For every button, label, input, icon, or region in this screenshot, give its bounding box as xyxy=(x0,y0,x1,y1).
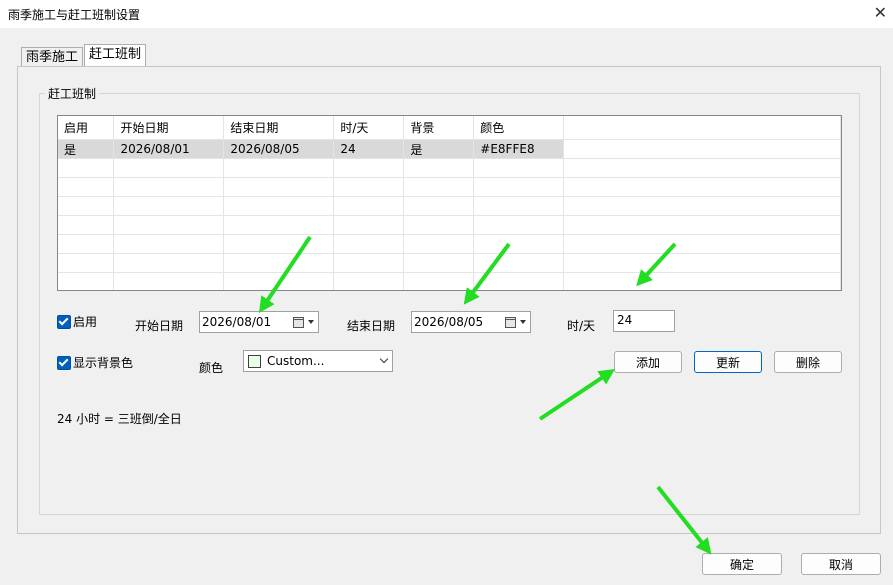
table-row-empty xyxy=(58,272,841,290)
show-background-checkbox[interactable] xyxy=(57,356,71,370)
table-row-empty xyxy=(58,234,841,254)
table-cell[interactable]: 是 xyxy=(403,139,475,159)
show-background-label: 显示背景色 xyxy=(73,356,134,370)
column-header[interactable]: 背景 xyxy=(403,116,475,140)
table-cell[interactable]: 24 xyxy=(333,139,405,159)
table-cell-empty xyxy=(563,139,841,159)
column-header[interactable]: 开始日期 xyxy=(113,116,225,140)
table-row-empty xyxy=(58,253,841,273)
start-date-picker[interactable]: 2026/08/01 xyxy=(199,311,319,333)
column-header[interactable]: 颜色 xyxy=(473,116,565,140)
enable-checkbox[interactable] xyxy=(57,315,71,329)
title-bar: 雨季施工与赶工班制设置 ✕ xyxy=(0,0,893,28)
group-legend: 赶工班制 xyxy=(45,85,100,102)
column-header[interactable]: 结束日期 xyxy=(223,116,335,140)
start-date-value: 2026/08/01 xyxy=(202,315,272,329)
calendar-icon[interactable] xyxy=(293,317,304,328)
chevron-down-icon[interactable] xyxy=(379,354,389,364)
delete-button[interactable]: 删除 xyxy=(774,351,842,373)
end-date-picker[interactable]: 2026/08/05 xyxy=(411,311,531,333)
calendar-icon[interactable] xyxy=(505,317,516,328)
cancel-button[interactable]: 取消 xyxy=(801,553,881,575)
table-row-empty xyxy=(58,215,841,235)
table-header: 启用 开始日期 结束日期 时/天 背景 颜色 xyxy=(58,116,841,140)
table-cell[interactable]: 2026/08/01 xyxy=(113,139,225,159)
color-label: 颜色 xyxy=(199,361,224,375)
hours-input[interactable]: 24 xyxy=(613,310,675,332)
start-date-label: 开始日期 xyxy=(135,319,184,333)
hours-label: 时/天 xyxy=(567,319,596,333)
color-value: Custom... xyxy=(267,354,325,368)
column-header[interactable]: 启用 xyxy=(58,116,115,140)
table-cell[interactable]: #E8FFE8 xyxy=(473,139,565,159)
close-icon[interactable]: ✕ xyxy=(874,3,887,22)
add-button[interactable]: 添加 xyxy=(614,351,682,373)
tab-overtime-shift[interactable]: 赶工班制 xyxy=(84,44,147,67)
table-row[interactable]: 是 2026/08/01 2026/08/05 24 是 #E8FFE8 xyxy=(58,139,841,159)
window-title: 雨季施工与赶工班制设置 xyxy=(8,8,141,22)
end-date-label: 结束日期 xyxy=(347,319,396,333)
shift-info-text: 24 小时 = 三班倒/全日 xyxy=(57,412,182,426)
table-cell[interactable]: 是 xyxy=(58,139,115,159)
tab-rain-construction[interactable]: 雨季施工 xyxy=(21,47,84,66)
table-cell[interactable]: 2026/08/05 xyxy=(223,139,335,159)
end-date-value: 2026/08/05 xyxy=(414,315,484,329)
color-combobox[interactable]: Custom... xyxy=(243,350,393,372)
chevron-down-icon[interactable] xyxy=(308,320,314,324)
table-row-empty xyxy=(58,196,841,216)
color-swatch xyxy=(248,355,261,368)
enable-label: 启用 xyxy=(73,315,98,329)
shift-table[interactable]: 启用 开始日期 结束日期 时/天 背景 颜色 是 2026/08/01 2026… xyxy=(57,115,842,291)
table-row-empty xyxy=(58,177,841,197)
column-header[interactable]: 时/天 xyxy=(333,116,405,140)
ok-button[interactable]: 确定 xyxy=(702,553,782,575)
column-header-empty xyxy=(563,116,841,140)
table-row-empty xyxy=(58,158,841,178)
update-button[interactable]: 更新 xyxy=(694,351,762,373)
chevron-down-icon[interactable] xyxy=(520,320,526,324)
